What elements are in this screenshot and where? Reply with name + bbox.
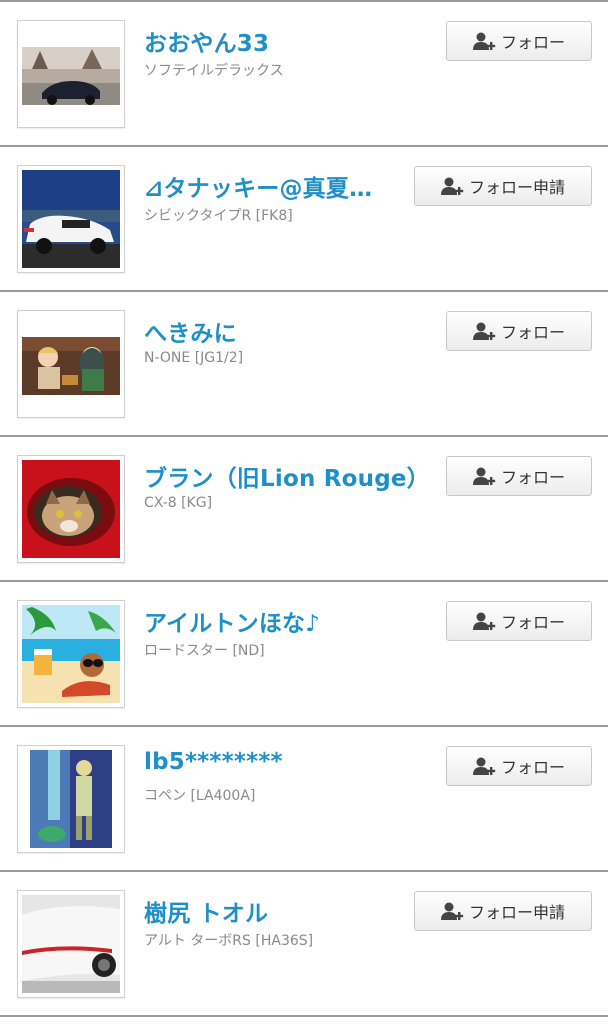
user-car: シビックタイプR [FK8] <box>144 208 293 224</box>
add-user-icon <box>472 611 497 631</box>
car-photo-icon <box>22 895 120 993</box>
user-row[interactable]: ⊿タナッキー@真夏… シビックタイプR [FK8] フォロー申請 <box>0 147 608 292</box>
user-car: ソフテイルデラックス <box>144 63 284 79</box>
user-row[interactable]: ブラン（旧Lion Rouge） CX-8 [KG] フォロー <box>0 437 608 582</box>
user-avatar[interactable] <box>17 310 125 418</box>
follow-button[interactable]: フォロー <box>446 21 592 61</box>
user-avatar[interactable] <box>17 20 125 128</box>
user-row[interactable]: lb5******** コペン [LA400A] フォロー <box>0 727 608 872</box>
user-row[interactable]: アイルトンほな♪ ロードスター [ND] フォロー <box>0 582 608 727</box>
user-name[interactable]: 樹尻 トオル <box>144 894 268 928</box>
follow-button[interactable]: フォロー <box>446 601 592 641</box>
add-user-icon <box>440 176 465 196</box>
follow-button-label: フォロー <box>500 613 565 632</box>
user-name[interactable]: ⊿タナッキー@真夏… <box>144 169 372 203</box>
follow-request-button-label: フォロー申請 <box>468 903 565 922</box>
follow-request-button[interactable]: フォロー申請 <box>414 891 592 931</box>
add-user-icon <box>472 31 497 51</box>
follow-button-label: フォロー <box>500 468 565 487</box>
beach-illustration-icon <box>22 605 120 703</box>
user-car: アルト ターボRS [HA36S] <box>144 933 314 949</box>
user-car: N-ONE [JG1/2] <box>144 350 244 366</box>
user-name[interactable]: おおやん33 <box>144 24 269 58</box>
add-user-icon <box>472 756 497 776</box>
anime-illustration-icon <box>22 315 120 413</box>
follow-button-label: フォロー <box>500 758 565 777</box>
user-name[interactable]: lb5******** <box>144 749 283 775</box>
add-user-icon <box>472 466 497 486</box>
user-car: コペン [LA400A] <box>144 788 256 804</box>
user-avatar[interactable] <box>17 890 125 998</box>
follow-request-button-label: フォロー申請 <box>468 178 565 197</box>
user-name[interactable]: ブラン（旧Lion Rouge） <box>144 459 430 493</box>
follow-request-button[interactable]: フォロー申請 <box>414 166 592 206</box>
car-photo-icon <box>22 170 120 268</box>
user-row[interactable]: へきみに N-ONE [JG1/2] フォロー <box>0 292 608 437</box>
user-name[interactable]: アイルトンほな♪ <box>144 604 320 638</box>
add-user-icon <box>440 901 465 921</box>
cat-photo-icon <box>22 460 120 558</box>
user-car: CX-8 [KG] <box>144 495 213 511</box>
follow-button-label: フォロー <box>500 33 565 52</box>
user-row[interactable]: おおやん33 ソフテイルデラックス フォロー <box>0 2 608 147</box>
follow-button-label: フォロー <box>500 323 565 342</box>
user-row[interactable]: 樹尻 トオル アルト ターボRS [HA36S] フォロー申請 <box>0 872 608 1017</box>
follow-button[interactable]: フォロー <box>446 746 592 786</box>
figure-photo-icon <box>22 750 120 848</box>
car-photo-icon <box>22 25 120 123</box>
follow-button[interactable]: フォロー <box>446 311 592 351</box>
user-avatar[interactable] <box>17 455 125 563</box>
user-name[interactable]: へきみに <box>144 314 237 348</box>
follow-button[interactable]: フォロー <box>446 456 592 496</box>
user-avatar[interactable] <box>17 600 125 708</box>
user-car: ロードスター [ND] <box>144 643 265 659</box>
user-avatar[interactable] <box>17 745 125 853</box>
user-avatar[interactable] <box>17 165 125 273</box>
add-user-icon <box>472 321 497 341</box>
